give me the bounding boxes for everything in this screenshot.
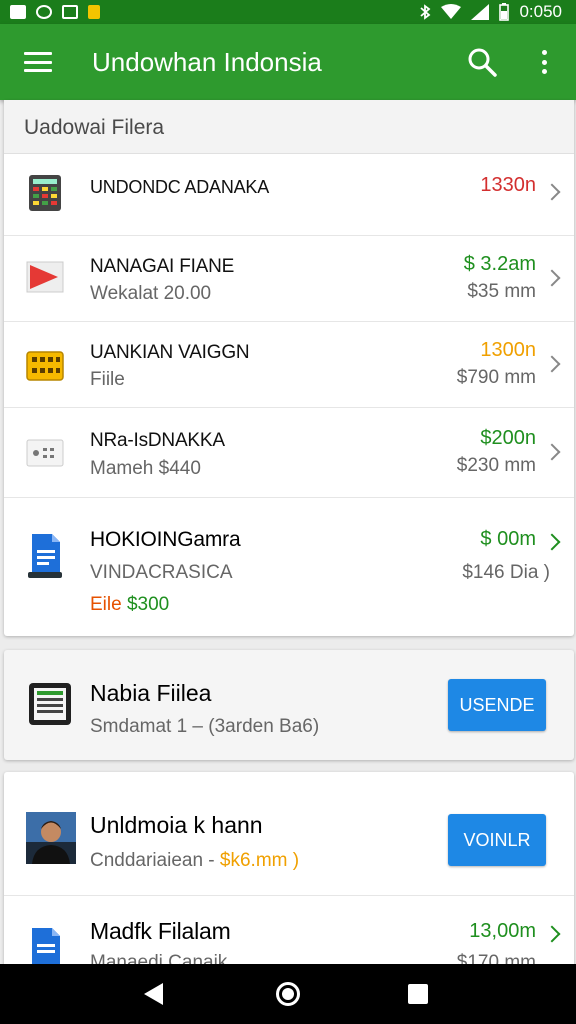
chevron-right-icon [543,533,561,551]
item-extra-value: $300 [126,594,170,615]
chevron-right-icon [543,443,561,461]
list-item[interactable]: NANAGAI FIANE Wekalat 20.00 $ 3.2am $35 … [4,236,574,322]
list-item[interactable]: HOKIOINGamra VINDACRASICA Eile $300 $ 00… [4,498,574,636]
item-subtitle: Fiile [90,369,125,390]
image-icon [62,5,78,19]
card-subtitle: Cnddariaiean - $k6.mm ) [90,850,299,872]
photo-icon [10,5,26,19]
item-amount: $ 00m [480,528,536,550]
card-subtitle: Smdamat 1 – (3arden Ba6) [90,716,320,737]
item-amount: 1300n [480,339,536,361]
action-button[interactable]: USENDE [448,679,546,731]
item-title: UANKIAN VAIGGN [90,342,250,363]
document-icon [28,534,62,578]
item-secondary-amount: $35 mm [467,281,536,302]
item-amount: 13,00m [469,920,536,942]
list-item[interactable]: Madfk Filalam Manaedi Canaik 13,00m $170… [4,896,574,972]
item-title: NANAGAI FIANE [90,256,235,277]
section-header: Uadowai Filera [4,100,574,154]
item-amount: $ 3.2am [463,253,536,275]
play-icon [26,261,64,293]
page-title: Undowhan Indonsia [92,46,322,77]
item-extra-label: Eile [90,594,122,615]
subtitle-label: Cnddariaiean - [90,850,215,871]
subtitle-value: $k6.mm ) [219,850,300,871]
item-amount: $200n [480,427,536,449]
card-title: Nabia Fiilea [90,680,212,706]
item-secondary-amount: $790 mm [456,367,536,388]
list-item[interactable]: UANKIAN VAIGGN Fiile 1300n $790 mm [4,322,574,408]
status-bar: 0:050 [0,0,576,24]
notification-icons [10,5,100,19]
profile-card: Unldmoia k hann Cnddariaiean - $k6.mm ) … [4,772,574,972]
search-icon[interactable] [466,46,498,78]
list-item[interactable]: UNDONDC ADANAKA 1330n [4,154,574,236]
navigation-bar [0,964,576,1024]
person-avatar [26,812,76,864]
chevron-right-icon [543,183,561,201]
item-amount: 1330n [480,174,536,196]
item-subtitle: Wekalat 20.00 [90,283,212,304]
keypad-icon [26,351,64,381]
card-title: Unldmoia k hann [90,812,263,838]
menu-icon[interactable] [24,52,52,72]
system-icons: 0:050 [419,2,562,22]
chevron-right-icon [543,925,561,943]
item-subtitle: VINDACRASICA [90,562,233,583]
wifi-icon [441,4,462,19]
recent-apps-icon[interactable] [408,984,428,1004]
app-bar: Undowhan Indonsia [0,24,576,100]
item-title: Madfk Filalam [90,918,231,944]
action-card: Nabia Fiilea Smdamat 1 – (3arden Ba6) US… [4,650,574,760]
chevron-right-icon [543,269,561,287]
dots-icon [26,439,64,467]
lock-icon [88,5,100,19]
home-icon[interactable] [276,982,300,1006]
tablet-icon [29,683,71,725]
battery-icon [499,3,510,21]
signal-icon [471,4,490,20]
bluetooth-icon [420,4,431,20]
item-subtitle: Mameh $440 [90,458,201,479]
list-item[interactable]: NRa-IsDNAKKA Mameh $440 $200n $230 mm [4,408,574,498]
calculator-icon [29,175,61,211]
more-options-icon[interactable] [536,46,552,78]
item-title: HOKIOINGamra [90,528,241,551]
item-secondary-amount: $230 mm [456,455,536,476]
chevron-right-icon [543,355,561,373]
sync-icon [36,5,52,19]
item-title: NRa-IsDNAKKA [90,430,225,451]
clock: 0:050 [519,2,562,21]
files-card: Uadowai Filera UNDONDC ADANAKA 1330n NAN… [4,100,574,636]
back-icon[interactable] [144,983,163,1005]
item-secondary-amount: $146 Dia ) [462,562,550,583]
action-button[interactable]: VOINLR [448,814,546,866]
profile-row: Unldmoia k hann Cnddariaiean - $k6.mm ) … [4,772,574,896]
item-extra: Eile $300 [90,594,169,616]
item-title: UNDONDC ADANAKA [90,177,270,197]
